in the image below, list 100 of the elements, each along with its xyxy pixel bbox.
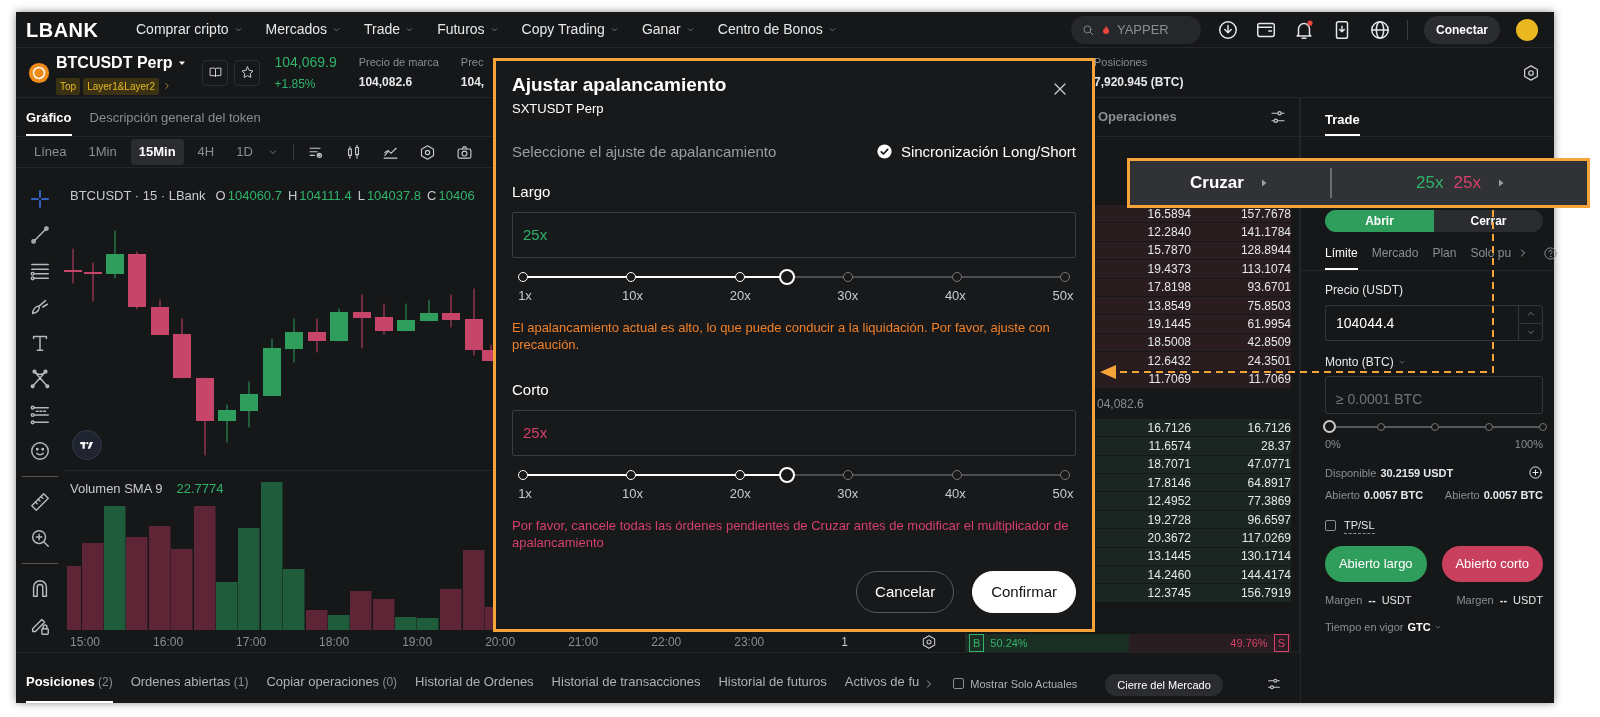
slider-step [1060, 271, 1070, 282]
margin-mode-button[interactable]: Cruzar [1130, 161, 1330, 205]
amount-input[interactable]: ≥ 0.0001 BTC [1325, 376, 1543, 414]
brand-logo[interactable]: LBANK [26, 14, 136, 45]
chart-logo-icon [72, 430, 102, 460]
interval-tab[interactable]: 15Min [130, 139, 184, 165]
order-total: 93.6701 [1246, 279, 1291, 297]
download-icon[interactable] [1217, 18, 1239, 41]
nav-menu-item[interactable]: Copy Trading [521, 19, 620, 40]
camera-icon[interactable] [455, 143, 473, 161]
warning-text: El apalancamiento actual es alto, lo que puede conducir a la liquidación. Por favor, ajuste con precaución. [512, 319, 1051, 353]
trend-line-icon[interactable] [29, 224, 51, 246]
slider-min-label: 0% [1325, 437, 1341, 452]
slider-tick-label: 1x [517, 484, 533, 503]
filter-sliders-icon[interactable] [1266, 676, 1282, 692]
order-total: 47.0771 [1246, 456, 1291, 474]
order-type-tab[interactable]: Mercado [1371, 244, 1419, 270]
order-total: 64.8917 [1246, 474, 1291, 492]
nav-menu-item[interactable]: Comprar cripto [136, 19, 244, 40]
leverage-button[interactable]: 25x 25x [1332, 161, 1587, 205]
settings-icon[interactable] [921, 634, 937, 650]
trade-tab[interactable]: Trade [1325, 110, 1360, 136]
nav-menu-item[interactable]: Trade [364, 19, 416, 40]
settings-icon[interactable] [1522, 63, 1540, 82]
amount-unit-selector[interactable]: Monto (BTC) [1325, 353, 1543, 371]
mid-price: 04,082.6 [1097, 395, 1144, 413]
order-amount: 14.2460 [1146, 566, 1191, 584]
bottom-tab[interactable]: Historial de Ordenes [415, 671, 534, 703]
ohlc-value: 104111.4 [299, 186, 352, 205]
fibonacci-icon[interactable] [29, 404, 51, 426]
price-input[interactable]: 104044.4 [1325, 305, 1518, 341]
order-total: 141.1784 [1239, 224, 1291, 242]
leverage-slider-thumb[interactable] [779, 268, 796, 285]
interval-tab[interactable]: 1Min [80, 139, 125, 165]
slider-step [951, 271, 962, 282]
warning-text: Por favor, cancele todas las órdenes pendientes de Cruzar antes de modificar el multiplicador de apalancamiento [512, 517, 1070, 551]
order-amount: 20.3672 [1146, 529, 1191, 547]
order-total: 117.0269 [1240, 529, 1291, 547]
time-axis-label: 15:00 [70, 634, 101, 651]
stat-value: 104, [460, 74, 485, 92]
chart-tab[interactable]: Descripción general del token [89, 108, 261, 136]
bottom-tab[interactable]: Activos de fu [844, 671, 920, 703]
zoom-in-icon[interactable] [29, 527, 51, 549]
bottom-tab[interactable]: Copiar operaciones (0) [266, 671, 398, 703]
order-total: 113.1074 [1240, 260, 1291, 278]
nav-menu-item[interactable]: Centro de Bonos [717, 19, 838, 40]
show-current-checkbox[interactable]: Mostrar Solo Actuales [953, 675, 1078, 692]
bottom-tab[interactable]: Posiciones (2) [26, 671, 113, 703]
side-toggle[interactable]: Cerrar [1434, 210, 1543, 232]
tpsl-checkbox[interactable]: TP/SL [1325, 516, 1375, 534]
dialog-button[interactable]: Confirmar [972, 571, 1076, 613]
order-total: 61.9954 [1246, 316, 1291, 334]
globe-icon[interactable] [1369, 18, 1391, 41]
filter-sliders-icon[interactable] [1269, 108, 1287, 126]
order-amount: 19.2728 [1146, 511, 1191, 529]
time-in-force-selector[interactable]: GTC [1407, 618, 1443, 635]
settings-icon[interactable] [418, 143, 436, 161]
book-button[interactable] [202, 59, 229, 86]
add-funds-icon[interactable] [1528, 465, 1543, 481]
market-close-button[interactable]: Cierre del Mercado [1105, 674, 1223, 696]
leverage-input[interactable]: 25x [512, 211, 1076, 258]
order-type-tab[interactable]: Plan [1432, 244, 1457, 270]
order-type-tab[interactable]: Límite [1325, 244, 1358, 270]
order-button[interactable]: Abierto corto [1441, 546, 1543, 582]
interval-tab[interactable]: 1D [228, 139, 261, 165]
pattern-icon[interactable] [29, 368, 51, 390]
sync-checkbox[interactable]: Sincronización Long/Short [875, 140, 1076, 163]
interval-tab[interactable]: 4H [189, 139, 223, 165]
order-total: 156.7919 [1239, 585, 1291, 603]
nav-menu-item[interactable]: Mercados [265, 19, 343, 40]
chart-tab[interactable]: Gráfico [26, 108, 72, 136]
time-axis-label: 18:00 [319, 634, 350, 651]
candle [330, 308, 348, 342]
nav-menu-item[interactable]: Ganar [641, 19, 696, 40]
order-amount: 18.5008 [1146, 334, 1191, 352]
leverage-input[interactable]: 25x [512, 409, 1076, 456]
candle [240, 381, 258, 428]
help-icon[interactable] [1543, 245, 1559, 261]
slider-tick-label: 1x [517, 286, 533, 305]
search-field[interactable]: YAPPER [1071, 15, 1201, 44]
candle [218, 404, 236, 443]
bottom-tab[interactable]: Ordenes abiertas (1) [130, 671, 249, 703]
favorite-button[interactable] [234, 59, 261, 86]
check-circle-icon [875, 143, 893, 161]
bottom-tab[interactable]: Historial de futuros [718, 671, 827, 703]
order-total: 96.6597 [1246, 511, 1291, 529]
nav-menu-item[interactable]: Futuros [437, 19, 500, 40]
slider-tick-label: 20x [728, 286, 752, 305]
crosshair-icon[interactable] [29, 188, 51, 210]
leverage-slider-thumb[interactable] [779, 466, 796, 483]
connect-button[interactable]: Conectar [1424, 15, 1500, 44]
symbol-selector[interactable]: BTCUSDT Perp [56, 50, 189, 75]
ruler-icon[interactable] [29, 491, 51, 513]
avatar-icon[interactable] [1516, 18, 1538, 41]
interval-tab[interactable]: Línea [26, 139, 75, 165]
smiley-icon[interactable] [29, 440, 51, 462]
volume-label: Volumen SMA 9 [70, 480, 163, 498]
slider-thumb[interactable] [1323, 420, 1336, 433]
bottom-tab[interactable]: Historial de transacciones [551, 671, 701, 703]
section-label: Largo [512, 182, 552, 202]
